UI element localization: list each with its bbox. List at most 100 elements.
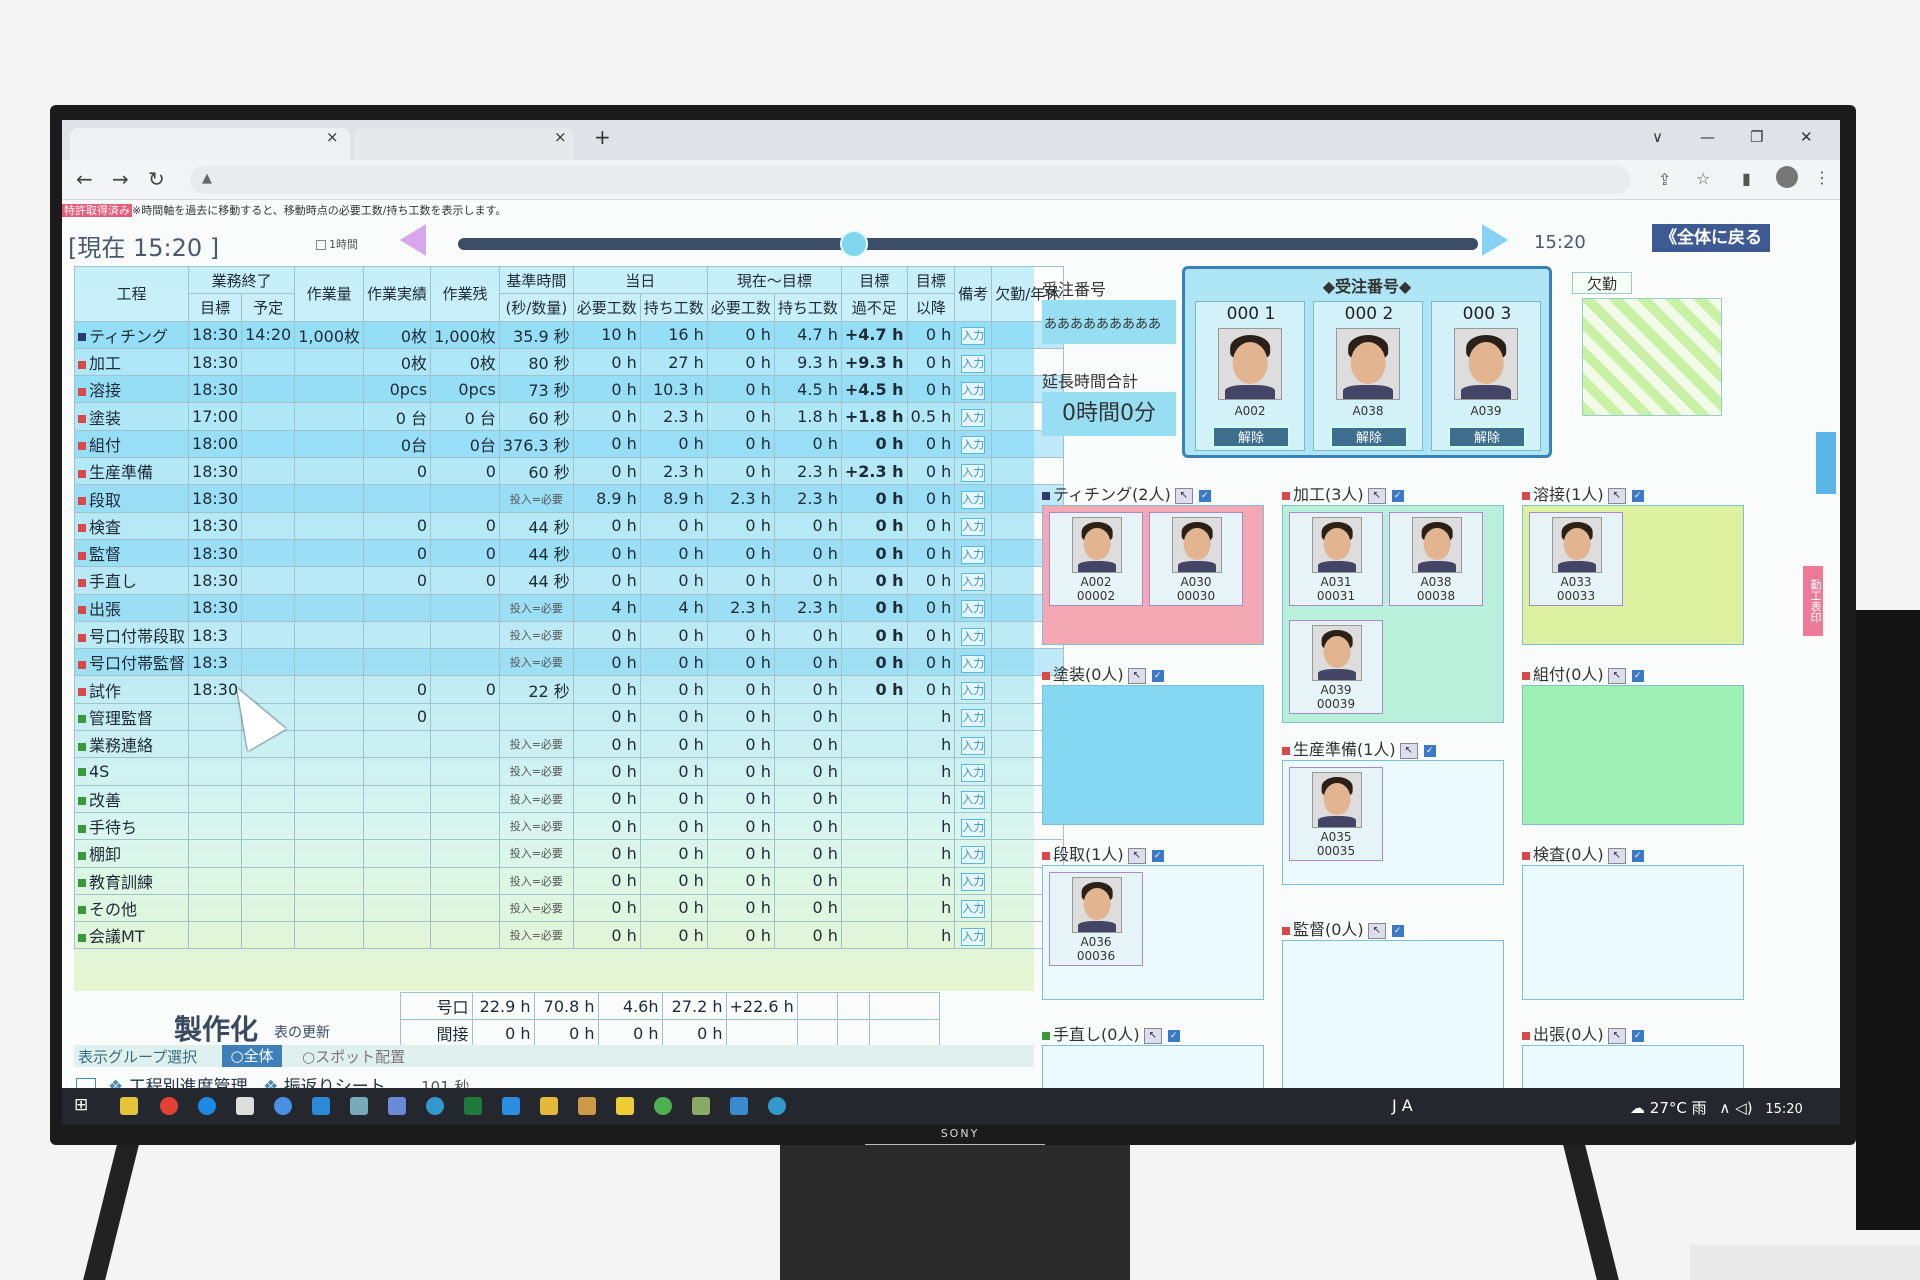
url-input[interactable]: ▲	[190, 166, 1630, 194]
explorer-icon[interactable]	[236, 1097, 254, 1115]
input-button[interactable]: 入力	[961, 354, 986, 373]
excel-icon[interactable]	[464, 1097, 482, 1115]
browser-tab-1[interactable]	[70, 128, 350, 160]
back-to-all-button[interactable]: 《全体に戻る	[1652, 224, 1770, 252]
more-icon[interactable]: ⋮	[1814, 168, 1830, 187]
group-checkbox[interactable]: ✓	[1423, 744, 1436, 757]
group-drop-area[interactable]	[1522, 865, 1744, 1000]
group-checkbox[interactable]: ✓	[1631, 849, 1644, 862]
timeline-slider[interactable]	[458, 238, 1478, 250]
group-all-radio[interactable]: ○全体	[222, 1045, 282, 1067]
cursor-select-icon[interactable]: ↖	[1607, 847, 1626, 864]
star-icon[interactable]: ☆	[1696, 169, 1710, 188]
app-icon-8[interactable]	[388, 1097, 406, 1115]
vscode-icon[interactable]	[502, 1097, 520, 1115]
chrome-icon-2[interactable]	[654, 1097, 672, 1115]
minimize-icon[interactable]: —	[1700, 128, 1715, 146]
group-checkbox[interactable]: ✓	[1151, 849, 1164, 862]
app-icon-1[interactable]	[120, 1097, 138, 1115]
input-button[interactable]: 入力	[961, 873, 986, 892]
input-button[interactable]: 入力	[961, 327, 986, 346]
input-button[interactable]: 入力	[961, 381, 986, 400]
maps-icon[interactable]	[274, 1097, 292, 1115]
avatar[interactable]	[1776, 166, 1798, 188]
refresh-table-link[interactable]: 表の更新	[274, 1022, 330, 1042]
windows-start-icon[interactable]: ⊞	[74, 1096, 92, 1114]
cursor-select-icon[interactable]: ↖	[1607, 487, 1626, 504]
input-button[interactable]: 入力	[961, 491, 986, 510]
cursor-select-icon[interactable]: ↖	[1367, 922, 1386, 939]
group-checkbox[interactable]: ✓	[1198, 489, 1211, 502]
tab-list-icon[interactable]: ∨	[1652, 128, 1663, 146]
absence-drop-area[interactable]	[1582, 298, 1722, 416]
volume-icon[interactable]: ∧ ◁)	[1719, 1099, 1752, 1117]
timeline-knob[interactable]	[840, 230, 868, 258]
member-card[interactable]: A002 00002	[1049, 512, 1143, 606]
input-button[interactable]: 入力	[961, 845, 986, 864]
group-spot-radio[interactable]: ○スポット配置	[302, 1046, 405, 1067]
app-icon-16[interactable]	[692, 1097, 710, 1115]
cursor-select-icon[interactable]: ↖	[1174, 487, 1193, 504]
member-card[interactable]: A039 00039	[1289, 620, 1383, 714]
cursor-select-icon[interactable]: ↖	[1607, 1027, 1626, 1044]
app-icon-7[interactable]	[350, 1097, 368, 1115]
group-drop-area[interactable]: A031 00031 A038 00038 A039 00039	[1282, 505, 1504, 723]
browser-tab-2[interactable]	[354, 128, 574, 160]
group-checkbox[interactable]: ✓	[1631, 1029, 1644, 1042]
tray-icons[interactable]: J A	[1392, 1096, 1413, 1115]
app-icon-17[interactable]	[730, 1097, 748, 1115]
group-drop-area[interactable]: A035 00035	[1282, 760, 1504, 885]
cursor-select-icon[interactable]: ↖	[1127, 847, 1146, 864]
back-icon[interactable]: ←	[76, 167, 93, 191]
site-info-icon[interactable]: ▲	[202, 171, 212, 186]
input-button[interactable]: 入力	[961, 709, 986, 728]
input-button[interactable]: 入力	[961, 791, 986, 810]
input-button[interactable]: 入力	[961, 736, 986, 755]
input-button[interactable]: 入力	[961, 545, 986, 564]
input-button[interactable]: 入力	[961, 409, 986, 428]
close-window-icon[interactable]: ✕	[1800, 128, 1813, 146]
group-drop-area[interactable]	[1282, 940, 1504, 1100]
input-button[interactable]: 入力	[961, 463, 986, 482]
group-drop-area[interactable]: A033 00033	[1522, 505, 1744, 645]
group-checkbox[interactable]: ✓	[1151, 669, 1164, 682]
globe-icon[interactable]	[426, 1097, 444, 1115]
input-button[interactable]: 入力	[961, 927, 986, 946]
group-checkbox[interactable]: ✓	[1631, 489, 1644, 502]
group-checkbox[interactable]: ✓	[1167, 1029, 1180, 1042]
reload-icon[interactable]: ↻	[148, 167, 165, 191]
release-button[interactable]: 解除	[1212, 426, 1290, 448]
close-tab-2-icon[interactable]: ×	[554, 128, 567, 146]
group-checkbox[interactable]: ✓	[1391, 924, 1404, 937]
scrollbar-thumb[interactable]	[1816, 432, 1836, 494]
input-button[interactable]: 入力	[961, 818, 986, 837]
system-tray[interactable]: ☁ 27°C 雨 ∧ ◁) 15:20	[1630, 1097, 1803, 1118]
new-tab-button[interactable]: +	[594, 125, 611, 149]
member-card[interactable]: A036 00036	[1049, 872, 1143, 966]
sidebar-icon[interactable]: ▮	[1742, 169, 1751, 188]
release-button[interactable]: 解除	[1330, 426, 1408, 448]
input-button[interactable]: 入力	[961, 627, 986, 646]
input-button[interactable]: 入力	[961, 682, 986, 701]
cursor-select-icon[interactable]: ↖	[1607, 667, 1626, 684]
group-checkbox[interactable]: ✓	[1631, 669, 1644, 682]
chrome-icon[interactable]	[160, 1097, 178, 1115]
edge-icon[interactable]	[198, 1097, 216, 1115]
group-drop-area[interactable]: A002 00002 A030 00030	[1042, 505, 1264, 645]
input-button[interactable]: 入力	[961, 900, 986, 919]
share-icon[interactable]: ⇪	[1658, 170, 1671, 189]
close-tab-1-icon[interactable]: ×	[326, 128, 339, 146]
member-card[interactable]: A030 00030	[1149, 512, 1243, 606]
release-button[interactable]: 解除	[1448, 426, 1526, 448]
input-button[interactable]: 入力	[961, 572, 986, 591]
group-drop-area[interactable]: A036 00036	[1042, 865, 1264, 1000]
timeline-back-icon[interactable]	[400, 224, 426, 256]
app-icon-s[interactable]	[312, 1097, 330, 1115]
member-card[interactable]: A035 00035	[1289, 767, 1383, 861]
input-button[interactable]: 入力	[961, 763, 986, 782]
group-checkbox[interactable]: ✓	[1391, 489, 1404, 502]
input-button[interactable]: 入力	[961, 600, 986, 619]
cursor-select-icon[interactable]: ↖	[1127, 667, 1146, 684]
one-hour-checkbox[interactable]: 1時間	[316, 236, 358, 252]
input-button[interactable]: 入力	[961, 436, 986, 455]
